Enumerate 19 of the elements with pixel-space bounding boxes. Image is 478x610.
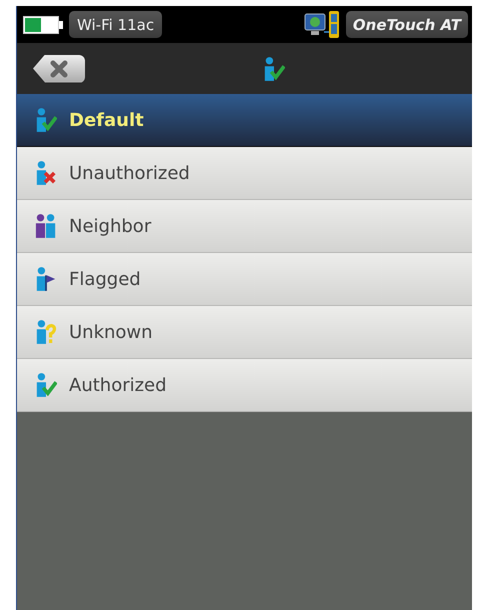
person-question-icon bbox=[35, 319, 57, 345]
list-item[interactable]: Unknown bbox=[17, 306, 472, 359]
list-item[interactable]: Flagged bbox=[17, 253, 472, 306]
list-item[interactable]: Authorized bbox=[17, 359, 472, 412]
person-check-icon bbox=[35, 107, 57, 133]
list-item[interactable]: Default bbox=[17, 94, 472, 147]
person-cross-icon bbox=[35, 160, 57, 186]
battery-icon bbox=[23, 16, 63, 34]
authorized-user-icon bbox=[263, 56, 285, 82]
list-item[interactable]: Neighbor bbox=[17, 200, 472, 253]
person-check-icon bbox=[35, 372, 57, 398]
close-icon bbox=[48, 58, 70, 78]
list-item[interactable]: Unauthorized bbox=[17, 147, 472, 200]
close-button[interactable] bbox=[33, 54, 85, 82]
two-people-icon bbox=[35, 213, 57, 239]
person-flag-icon bbox=[35, 266, 57, 292]
connection-button[interactable]: Wi-Fi 11ac bbox=[69, 11, 162, 38]
network-device-icon bbox=[304, 10, 340, 40]
device-button[interactable]: OneTouch AT bbox=[346, 11, 468, 38]
